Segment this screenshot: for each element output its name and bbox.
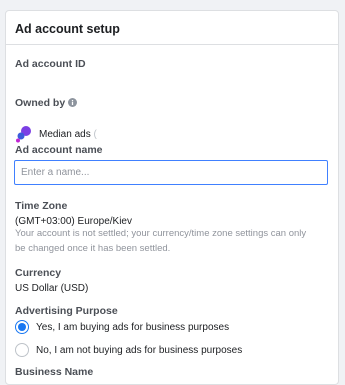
radio-dot	[18, 323, 26, 331]
purpose-option-not-business[interactable]: No, I am not buying ads for business pur…	[15, 343, 242, 357]
owned-by-label: Owned by	[15, 97, 78, 109]
ad-account-id-label: Ad account ID	[15, 58, 86, 70]
ad-account-setup-panel: Ad account setup Ad account ID Owned by …	[5, 10, 339, 385]
currency-value: US Dollar (USD)	[15, 283, 89, 294]
business-logo-icon	[16, 126, 31, 143]
owned-by-text: Owned by	[15, 97, 66, 109]
purpose-option-business[interactable]: Yes, I am buying ads for business purpos…	[15, 320, 229, 334]
currency-label: Currency	[15, 267, 62, 279]
advertising-purpose-label: Advertising Purpose	[15, 305, 118, 317]
time-zone-label: Time Zone	[15, 200, 68, 212]
owner-name: Median ads (	[39, 129, 97, 140]
business-name-label: Business Name	[15, 366, 94, 378]
owner-name-text: Median ads	[39, 129, 91, 140]
purpose-option-not-business-label: No, I am not buying ads for business pur…	[36, 344, 243, 356]
owner-name-suffix: (	[93, 129, 97, 140]
ad-account-name-label: Ad account name	[15, 144, 103, 156]
ad-account-name-input[interactable]	[14, 160, 328, 185]
purpose-option-business-label: Yes, I am buying ads for business purpos…	[36, 321, 230, 333]
time-zone-help-text: Your account is not settled; your curren…	[15, 228, 307, 254]
info-circle-icon[interactable]	[68, 98, 78, 107]
panel-title: Ad account setup	[6, 11, 338, 45]
radio-button-selected[interactable]	[15, 320, 29, 334]
radio-button[interactable]	[15, 343, 29, 357]
